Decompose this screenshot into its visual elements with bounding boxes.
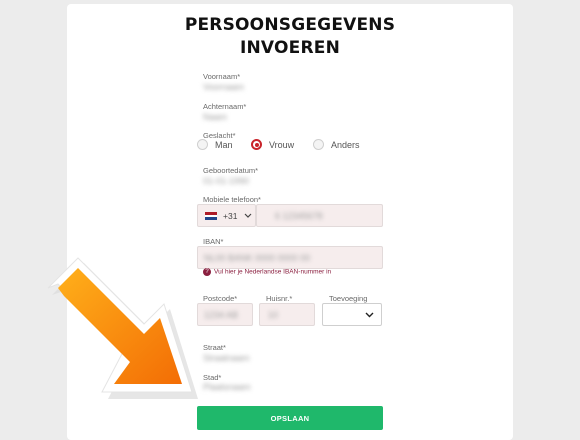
addition-select[interactable]	[322, 303, 382, 326]
iban-hint: ? Vul hier je Nederlandse IBAN-nummer in	[203, 268, 331, 276]
title-line-2: INVOEREN	[239, 38, 340, 58]
phone-country-select[interactable]: +31	[197, 204, 256, 227]
street-label: Straat*	[203, 343, 226, 352]
question-circle-icon: ?	[203, 268, 211, 276]
street-field[interactable]: Straatnaam	[203, 353, 250, 363]
last-name-label: Achternaam*	[203, 102, 247, 111]
gender-radio-vrouw[interactable]	[251, 139, 262, 150]
save-button[interactable]: OPSLAAN	[197, 406, 383, 430]
iban-input[interactable]: NL00 BANK 0000 0000 00	[197, 246, 383, 269]
title-line-1: PERSOONSGEGEVENS	[184, 15, 396, 35]
housenumber-value: 10	[268, 310, 279, 320]
orange-arrow	[47, 257, 198, 399]
chevron-down-icon	[244, 213, 252, 218]
city-field[interactable]: Plaatsnaam	[203, 382, 251, 392]
postcode-input[interactable]: 1234 AB	[197, 303, 253, 326]
chevron-down-icon	[365, 312, 374, 318]
phone-label: Mobiele telefoon*	[203, 195, 261, 204]
city-label: Stad*	[203, 373, 222, 382]
phone-prefix: +31	[223, 211, 238, 221]
housenumber-input[interactable]: 10	[259, 303, 315, 326]
gender-radio-anders[interactable]	[313, 139, 324, 150]
first-name-label: Voornaam*	[203, 72, 241, 81]
housenumber-label: Huisnr.*	[266, 294, 293, 303]
first-name-field[interactable]: Voornaam	[203, 82, 244, 92]
birthdate-field[interactable]: 01-01-1990	[203, 176, 249, 186]
postcode-value: 1234 AB	[204, 310, 239, 320]
gender-label: Geslacht*	[203, 131, 236, 140]
gender-option-anders: Anders	[331, 140, 360, 150]
birthdate-label: Geboortedatum*	[203, 166, 259, 175]
postcode-label: Postcode*	[203, 294, 238, 303]
page-title: PERSOONSGEGEVENS INVOEREN	[67, 14, 513, 60]
addition-label: Toevoeging	[329, 294, 368, 303]
phone-input[interactable]: 6 12345678	[256, 204, 383, 227]
gender-option-man: Man	[215, 140, 233, 150]
last-name-field[interactable]: Naam	[203, 112, 227, 122]
iban-value: NL00 BANK 0000 0000 00	[204, 253, 311, 263]
gender-radio-man[interactable]	[197, 139, 208, 150]
gender-option-vrouw: Vrouw	[269, 140, 295, 150]
phone-value: 6 12345678	[275, 211, 323, 221]
netherlands-flag-icon	[205, 212, 217, 221]
iban-label: IBAN*	[203, 237, 224, 246]
iban-hint-text: Vul hier je Nederlandse IBAN-nummer in	[214, 268, 332, 276]
